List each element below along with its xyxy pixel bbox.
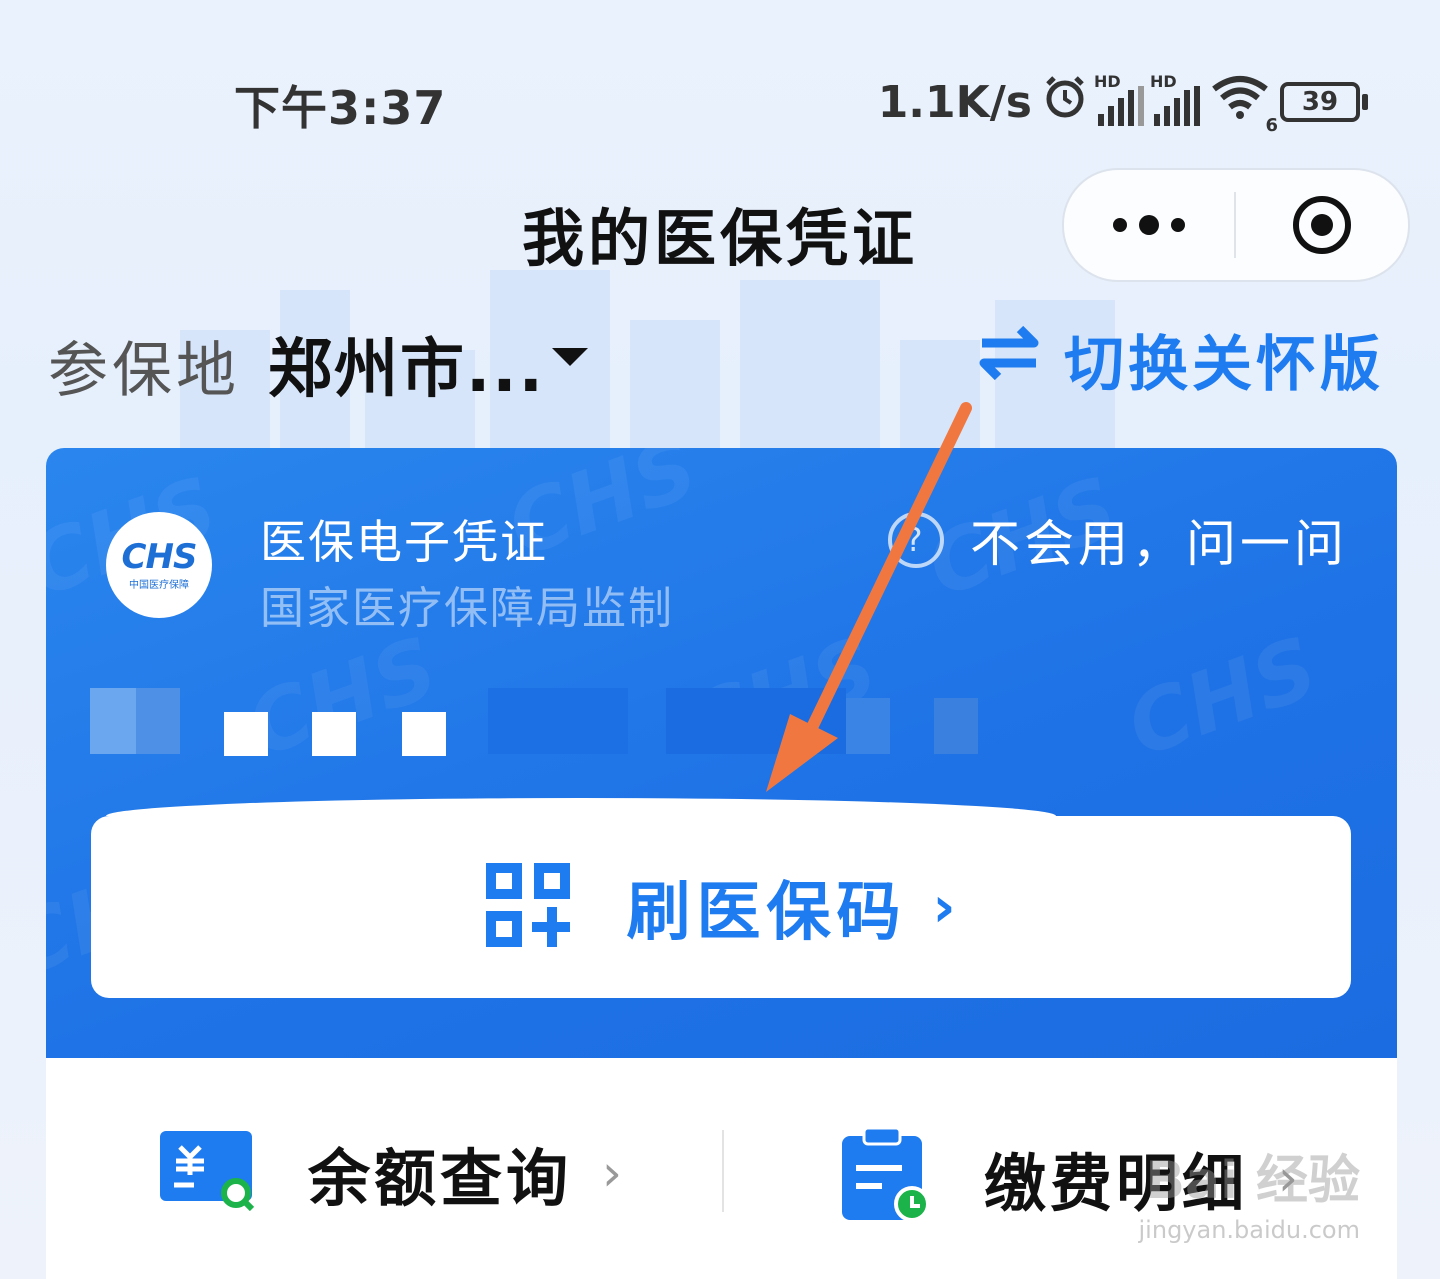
qr-code-icon bbox=[486, 863, 571, 951]
caret-down-icon[interactable] bbox=[552, 348, 588, 366]
help-link[interactable]: ? 不会用，问一问 bbox=[888, 504, 1348, 576]
baidu-jingyan-watermark: Bai 经验 bbox=[1145, 1151, 1360, 1211]
dot-icon bbox=[1113, 218, 1127, 232]
signal-icon-1: HD bbox=[1094, 72, 1144, 126]
wifi-icon: 6 bbox=[1210, 75, 1278, 136]
status-icons: 1.1K/s HD HD 6 39 bbox=[877, 72, 1368, 136]
card-title: 医保电子凭证 bbox=[260, 515, 548, 569]
miniprogram-capsule bbox=[1062, 168, 1410, 282]
question-icon: ? bbox=[888, 512, 944, 568]
dot-icon bbox=[1139, 215, 1159, 235]
net-speed: 1.1K/s bbox=[877, 76, 1032, 128]
show-code-label: 刷医保码 bbox=[626, 876, 907, 950]
action-divider bbox=[722, 1130, 724, 1212]
exit-target-icon bbox=[1293, 196, 1351, 254]
balance-search-icon bbox=[160, 1131, 256, 1215]
insured-location-city[interactable]: 郑州市... bbox=[268, 318, 545, 410]
more-button[interactable] bbox=[1064, 170, 1234, 280]
chs-logo-mark: CHS bbox=[121, 536, 198, 577]
care-mode-toggle[interactable]: 切换关怀版 bbox=[976, 316, 1384, 403]
chevron-right-icon: › bbox=[932, 874, 956, 940]
card-watermark: CHS bbox=[1115, 618, 1330, 776]
signal-icon-2: HD bbox=[1150, 72, 1200, 126]
battery-icon: 39 bbox=[1280, 82, 1368, 122]
payment-clipboard-icon bbox=[842, 1126, 932, 1228]
alarm-icon bbox=[1042, 74, 1088, 131]
insured-location-label: 参保地 bbox=[48, 336, 240, 406]
card-subtitle: 国家医疗保障局监制 bbox=[260, 583, 674, 634]
care-mode-label: 切换关怀版 bbox=[1064, 330, 1384, 400]
show-insurance-code-button[interactable]: 刷医保码 › bbox=[91, 816, 1351, 998]
chs-logo-text: 中国医疗保障 bbox=[129, 579, 189, 591]
medical-insurance-card: CHS CHS CHS CHS CHS CHS CHS CHS CHS CHS … bbox=[46, 448, 1397, 1058]
close-button[interactable] bbox=[1236, 196, 1408, 254]
balance-query-label: 余额查询 bbox=[308, 1142, 573, 1215]
chevron-right-icon: › bbox=[602, 1144, 623, 1202]
help-label: 不会用，问一问 bbox=[970, 515, 1348, 573]
chs-logo: CHS 中国医疗保障 bbox=[106, 512, 212, 618]
dot-icon bbox=[1171, 218, 1185, 232]
status-time: 下午3:37 bbox=[234, 81, 447, 135]
wifi-badge: 6 bbox=[1265, 114, 1278, 136]
baidu-jingyan-url: jingyan.baidu.com bbox=[1138, 1216, 1360, 1244]
balance-query-button[interactable]: 余额查询 › bbox=[160, 1128, 622, 1218]
switch-arrows-icon bbox=[976, 321, 1042, 398]
